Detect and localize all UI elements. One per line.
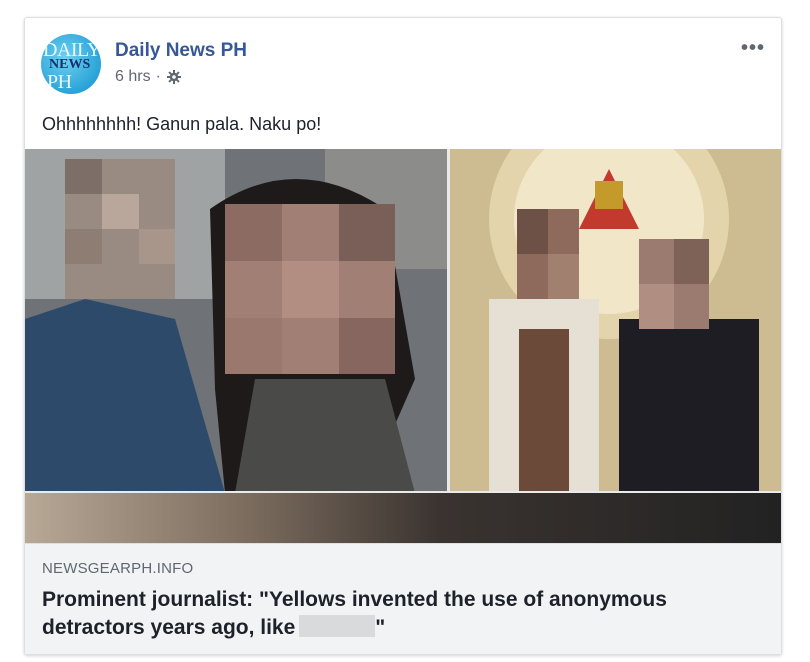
post-header: DAILY NEWS PH Daily News PH 6 hrs · <box>41 34 761 94</box>
post-text: Ohhhhhhhh! Ganun pala. Naku po! <box>42 114 322 134</box>
link-headline-end: " <box>375 616 386 639</box>
avatar-text-news: NEWS <box>49 57 91 72</box>
post-meta: 6 hrs · <box>115 68 182 86</box>
post-card: DAILY NEWS PH Daily News PH 6 hrs · ••• … <box>24 17 782 655</box>
more-options-icon[interactable]: ••• <box>741 38 765 58</box>
photo-bottom-strip <box>25 493 781 543</box>
photo-divider-vertical <box>447 149 450 493</box>
gear-icon[interactable] <box>166 69 182 85</box>
redaction-box <box>299 615 376 637</box>
avatar-text-ph: PH <box>47 71 72 93</box>
link-preview[interactable]: NEWSGEARPH.INFO Prominent journalist: "Y… <box>25 543 781 654</box>
photo-right-panel <box>449 149 781 493</box>
page-name-link[interactable]: Daily News PH <box>115 40 247 62</box>
link-preview-image[interactable] <box>25 149 781 543</box>
post-timestamp[interactable]: 6 hrs <box>115 68 151 86</box>
page-avatar[interactable]: DAILY NEWS PH <box>41 34 101 94</box>
link-domain: NEWSGEARPH.INFO <box>42 560 194 577</box>
link-headline[interactable]: Prominent journalist: "Yellows invented … <box>42 586 742 642</box>
photo-left-panel <box>25 149 449 493</box>
meta-separator: · <box>155 68 161 85</box>
